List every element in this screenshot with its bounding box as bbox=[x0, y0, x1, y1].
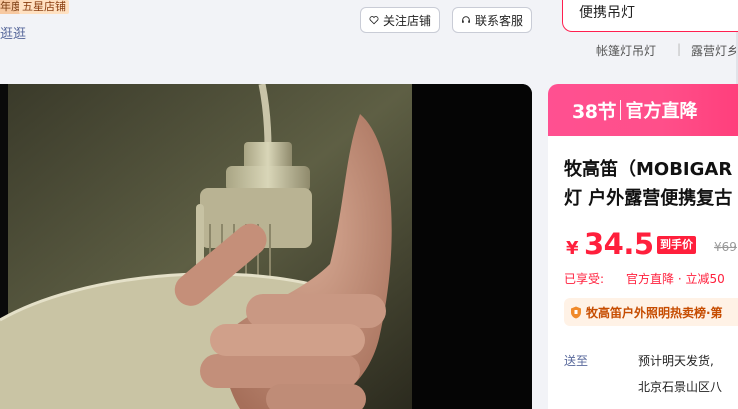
enjoyed-discount-label: 已享受: bbox=[564, 272, 605, 286]
hot-word-separator: | bbox=[677, 42, 682, 56]
shipping-address[interactable]: 北京石景山区八 bbox=[638, 378, 722, 395]
festival-label: 38节 bbox=[572, 100, 616, 123]
product-main-image[interactable] bbox=[0, 84, 532, 409]
ranking-text: 牧高笛户外照明热卖榜·第 bbox=[586, 305, 723, 320]
hot-word-2[interactable]: 露营灯乡 bbox=[691, 42, 738, 59]
product-title-line-1: 牧高笛（MOBIGAR bbox=[564, 159, 733, 180]
promo-divider bbox=[619, 100, 622, 120]
promo-banner: 38节 官方直降 bbox=[548, 84, 738, 136]
follow-store-button[interactable]: 关注店铺 bbox=[360, 7, 440, 33]
contact-service-label: 联系客服 bbox=[474, 13, 523, 28]
shipping-estimate: 预计明天发货, bbox=[638, 354, 714, 368]
contact-service-button[interactable]: 联系客服 bbox=[452, 7, 532, 33]
ranking-bar[interactable]: 牧高笛户外照明热卖榜·第 bbox=[564, 298, 738, 326]
shield-icon bbox=[571, 306, 581, 318]
follow-store-label: 关注店铺 bbox=[382, 13, 431, 28]
search-input[interactable]: 便携吊灯 bbox=[562, 0, 738, 32]
currency-symbol: ¥ bbox=[566, 238, 579, 259]
product-title-line-2: 灯 户外露营便携复古 bbox=[564, 188, 733, 209]
headset-icon bbox=[462, 16, 470, 23]
lantern-photo-illustration bbox=[0, 84, 532, 409]
heart-icon bbox=[369, 16, 379, 25]
original-price: ¥69 bbox=[714, 240, 737, 254]
final-price: 34.5 bbox=[584, 227, 654, 261]
five-star-store-badge: 五星店铺 bbox=[19, 0, 69, 14]
product-title: 牧高笛（MOBIGAR 灯 户外露营便携复古 bbox=[564, 155, 738, 213]
ship-to-label: 送至 bbox=[564, 354, 589, 368]
enjoyed-discount-detail[interactable]: 官方直降 · 立减50 bbox=[626, 270, 725, 287]
store-year-badge: 年度 bbox=[0, 0, 20, 14]
hot-word-1[interactable]: 帐篷灯吊灯 bbox=[596, 42, 656, 59]
stroll-link[interactable]: 逛逛 bbox=[0, 23, 26, 42]
final-price-tag: 到手价 bbox=[657, 236, 696, 254]
official-discount-label: 官方直降 bbox=[625, 101, 698, 122]
